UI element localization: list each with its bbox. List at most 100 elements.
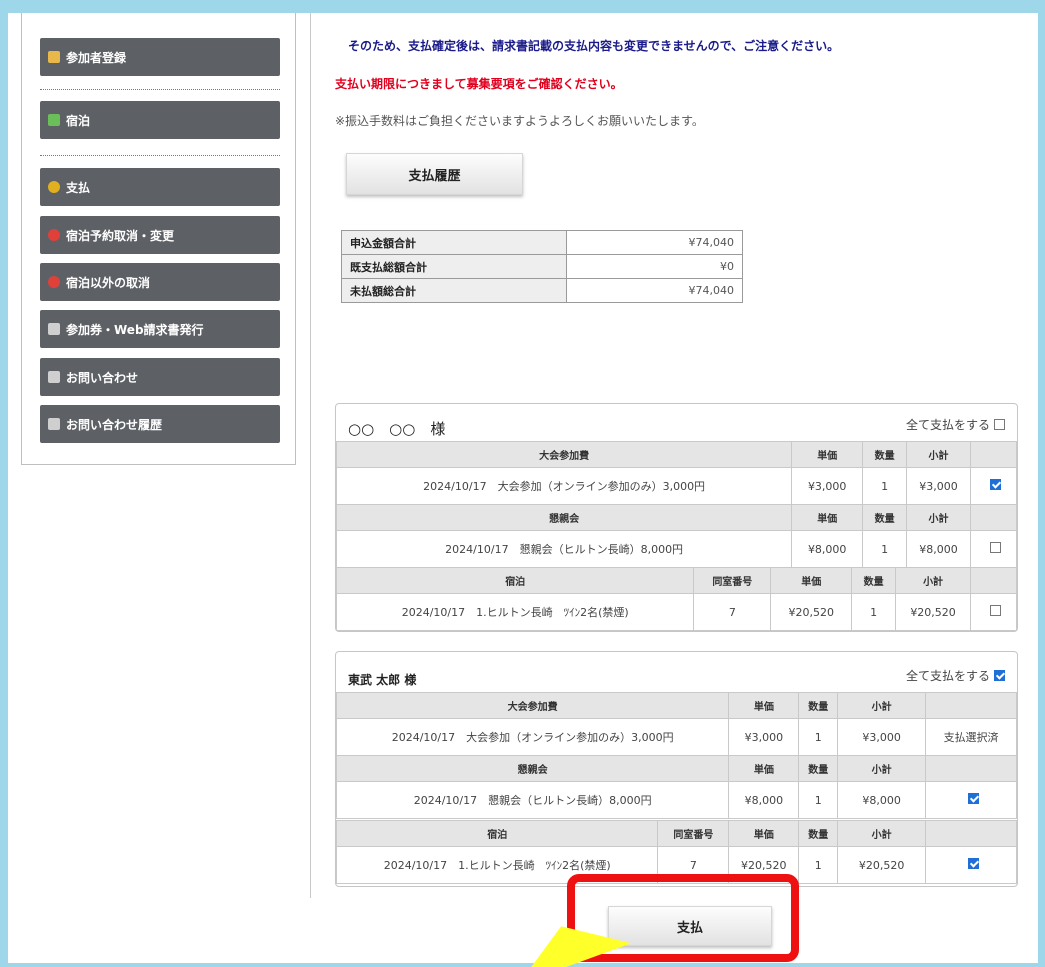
col-qty: 数量 [798, 692, 839, 719]
item-name: 2024/10/17 大会参加（オンライン参加のみ）3,000円 [335, 467, 793, 505]
sidebar-item-hotel[interactable]: 宿泊 [40, 101, 280, 139]
col-price: 単価 [770, 567, 853, 594]
col-subtotal: 小計 [837, 755, 927, 782]
ticket-icon [48, 323, 60, 335]
table-row: 2024/10/17 大会参加（オンライン参加のみ）3,000円 ¥3,000 … [335, 467, 1017, 505]
history-icon [48, 418, 60, 430]
pay-all-label: 全て支払をする [905, 418, 990, 432]
person-name: 東武 太郎 様 [348, 673, 417, 687]
item-price: ¥8,000 [791, 530, 864, 568]
item-checkbox[interactable] [990, 605, 1002, 616]
item-status: 支払選択済 [925, 718, 1017, 756]
summary-label: 既支払総額合計 [341, 254, 567, 279]
section-header-row: 宿泊 同室番号 単価 数量 小計 [335, 567, 1017, 594]
sidebar-item-hotel-cancel[interactable]: 宿泊予約取消・変更 [40, 216, 280, 254]
pay-all-label: 全て支払をする [905, 669, 990, 683]
item-name: 2024/10/17 懇親会（ヒルトン長崎）8,000円 [335, 781, 730, 819]
sidebar-item-label: 宿泊以外の取消 [66, 275, 151, 290]
payment-summary-table: 申込金額合計 ¥74,040 既支払総額合計 ¥0 未払額総合計 ¥74,040 [341, 230, 743, 303]
col-qty: 数量 [798, 755, 839, 782]
section-header-row: 宿泊 同室番号 単価 数量 小計 [335, 820, 1017, 847]
cancel-icon [48, 229, 60, 241]
sidebar-item-label: お問い合わせ [66, 370, 139, 385]
pay-all-checkbox[interactable] [994, 670, 1005, 681]
sidebar-item-label: 宿泊 [66, 113, 91, 128]
item-subtotal: ¥8,000 [906, 530, 972, 568]
divider [40, 155, 280, 156]
item-name: 2024/10/17 1.ヒルトン長崎 ﾂｲﾝ2名(禁煙) [335, 593, 695, 631]
col-price: 単価 [791, 504, 864, 531]
item-subtotal: ¥3,000 [837, 718, 927, 756]
sidebar-item-payment[interactable]: 支払 [40, 168, 280, 206]
summary-value: ¥74,040 [566, 278, 743, 303]
divider [40, 89, 280, 90]
sidebar-item-label: 支払 [66, 180, 91, 195]
col-qty: 数量 [862, 504, 908, 531]
table-row: 2024/10/17 懇親会（ヒルトン長崎）8,000円 ¥8,000 1 ¥8… [335, 530, 1017, 568]
pay-all-toggle[interactable]: 全て支払をする [906, 416, 1005, 433]
summary-row: 申込金額合計 ¥74,040 [341, 230, 743, 255]
sidebar-item-label: 参加者登録 [66, 50, 127, 65]
col-qty: 数量 [862, 441, 908, 468]
item-qty: 1 [798, 846, 839, 884]
col-check [970, 441, 1017, 468]
summary-value: ¥0 [566, 254, 743, 279]
item-checkbox[interactable] [967, 793, 979, 804]
item-qty: 1 [862, 467, 908, 505]
mail-icon [48, 371, 60, 383]
item-check-cell [970, 530, 1017, 568]
col-price: 単価 [728, 820, 800, 847]
col-qty: 数量 [798, 820, 839, 847]
section-title: 宿泊 [335, 567, 695, 594]
payment-history-button[interactable]: 支払履歴 [346, 153, 523, 195]
sidebar: 参加者登録 宿泊 支払 宿泊予約取消・変更 宿泊以外の取消 参加券・Web請求書… [21, 13, 296, 465]
summary-label: 未払額総合計 [341, 278, 567, 303]
col-check [925, 692, 1017, 719]
sidebar-item-other-cancel[interactable]: 宿泊以外の取消 [40, 263, 280, 301]
cancel-icon [48, 276, 60, 288]
col-subtotal: 小計 [837, 820, 927, 847]
sidebar-item-label: お問い合わせ履歴 [66, 417, 163, 432]
pay-all-toggle[interactable]: 全て支払をする [906, 667, 1005, 684]
item-check-cell [970, 467, 1017, 505]
section-header-row: 大会参加費 単価 数量 小計 [335, 692, 1017, 719]
person-icon [48, 51, 60, 63]
item-subtotal: ¥8,000 [837, 781, 927, 819]
hotel-icon [48, 114, 60, 126]
table-row: 2024/10/17 1.ヒルトン長崎 ﾂｲﾝ2名(禁煙) 7 ¥20,520 … [335, 593, 1017, 631]
notice-fee: ※振込手数料はご負担くださいますようよろしくお願いいたします。 [335, 114, 704, 128]
person-payment-box: 東武 太郎 様 全て支払をする 大会参加費 単価 数量 小計 2024/10/1… [335, 651, 1018, 887]
item-qty: 1 [798, 781, 839, 819]
notice-confirm: そのため、支払確定後は、請求書記載の支払内容も変更できませんので、ご注意ください… [348, 39, 840, 53]
notice-deadline: 支払い期限につきまして募集要項をご確認ください。 [335, 77, 623, 91]
col-room: 同室番号 [693, 567, 772, 594]
column-divider [310, 13, 311, 898]
item-qty: 1 [851, 593, 897, 631]
pay-all-checkbox[interactable] [994, 419, 1005, 430]
item-price: ¥3,000 [728, 718, 800, 756]
section-title: 大会参加費 [335, 441, 793, 468]
section-header-row: 懇親会 単価 数量 小計 [335, 504, 1017, 531]
payment-items-table: 大会参加費 単価 数量 小計 2024/10/17 大会参加（オンライン参加のみ… [335, 441, 1017, 568]
col-subtotal: 小計 [906, 504, 972, 531]
item-qty: 1 [862, 530, 908, 568]
sidebar-item-contact[interactable]: お問い合わせ [40, 358, 280, 396]
table-row: 2024/10/17 大会参加（オンライン参加のみ）3,000円 ¥3,000 … [335, 718, 1017, 756]
item-price: ¥3,000 [791, 467, 864, 505]
item-price: ¥8,000 [728, 781, 800, 819]
table-row: 2024/10/17 懇親会（ヒルトン長崎）8,000円 ¥8,000 1 ¥8… [335, 781, 1017, 819]
payment-items-table: 大会参加費 単価 数量 小計 2024/10/17 大会参加（オンライン参加のみ… [335, 692, 1017, 819]
section-header-row: 懇親会 単価 数量 小計 [335, 755, 1017, 782]
section-title: 懇親会 [335, 755, 730, 782]
item-checkbox[interactable] [990, 479, 1001, 490]
sidebar-item-registration[interactable]: 参加者登録 [40, 38, 280, 76]
item-price: ¥20,520 [770, 593, 853, 631]
item-checkbox[interactable] [967, 858, 979, 869]
col-subtotal: 小計 [895, 567, 972, 594]
sidebar-item-label: 参加券・Web請求書発行 [66, 322, 204, 337]
item-checkbox[interactable] [990, 542, 1001, 553]
sidebar-item-contact-history[interactable]: お問い合わせ履歴 [40, 405, 280, 443]
item-subtotal: ¥20,520 [837, 846, 927, 884]
item-name: 2024/10/17 大会参加（オンライン参加のみ）3,000円 [335, 718, 730, 756]
sidebar-item-ticket-invoice[interactable]: 参加券・Web請求書発行 [40, 310, 280, 348]
